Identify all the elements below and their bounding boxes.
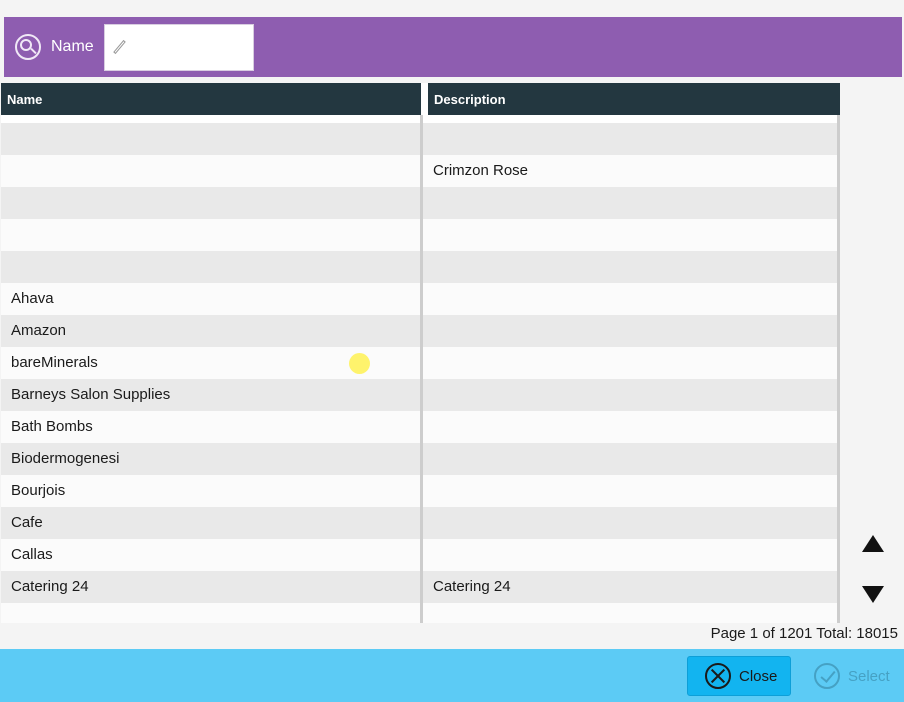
cell-description — [433, 539, 833, 571]
cell-name — [11, 603, 411, 623]
cursor-highlight — [349, 353, 370, 374]
cell-name: Bourjois — [11, 482, 66, 499]
close-label: Close — [739, 667, 778, 685]
cell-name: Biodermogenesi — [11, 450, 120, 467]
pencil-icon — [112, 39, 126, 54]
select-label: Select — [848, 667, 890, 685]
search-label: Name — [51, 38, 94, 55]
close-icon — [705, 663, 731, 689]
results-grid: Name Description Crimzon Rose Ahava Amazon… — [1, 83, 840, 623]
cell-description — [433, 219, 833, 251]
cell-description — [433, 347, 833, 379]
column-header-description[interactable]: Description — [428, 83, 840, 115]
search-bar: Name — [4, 17, 902, 77]
cell-name — [11, 123, 411, 155]
cell-description — [433, 315, 833, 347]
cell-name: Bath Bombs — [11, 418, 93, 435]
cell-description — [433, 411, 833, 443]
cell-name — [11, 155, 411, 187]
check-icon — [814, 663, 840, 689]
column-divider[interactable] — [420, 115, 423, 623]
cell-name — [11, 251, 411, 283]
cell-description — [433, 187, 833, 219]
close-button[interactable]: Close — [687, 656, 791, 696]
cell-name — [11, 187, 411, 219]
pager-status: Page 1 of 1201 Total: 18015 — [710, 625, 898, 642]
cell-name: Amazon — [11, 322, 67, 339]
cell-description: Catering 24 — [433, 578, 511, 595]
cell-name: Catering 24 — [11, 578, 89, 595]
grid-right-edge — [837, 115, 840, 623]
search-icon[interactable] — [15, 34, 41, 60]
cell-description — [433, 379, 833, 411]
cell-name: Cafe — [11, 514, 43, 531]
footer-bar: Close Select — [0, 649, 904, 702]
scroll-down-icon[interactable] — [862, 586, 884, 603]
search-input[interactable] — [103, 23, 254, 71]
cell-description: Crimzon Rose — [433, 162, 529, 179]
cell-description — [433, 251, 833, 283]
cell-name: Barneys Salon Supplies — [11, 386, 171, 403]
cell-description — [433, 507, 833, 539]
cell-description — [433, 123, 833, 155]
column-header-name[interactable]: Name — [1, 83, 421, 115]
cell-name: Callas — [11, 546, 53, 563]
cell-description — [433, 283, 833, 315]
cell-description — [433, 603, 833, 623]
cell-name: Ahava — [11, 290, 54, 307]
grid-header: Name Description — [1, 83, 840, 115]
scroll-up-icon[interactable] — [862, 535, 884, 552]
cell-description — [433, 443, 833, 475]
cell-name — [11, 219, 411, 251]
select-button[interactable]: Select — [810, 656, 900, 696]
cell-description — [433, 475, 833, 507]
